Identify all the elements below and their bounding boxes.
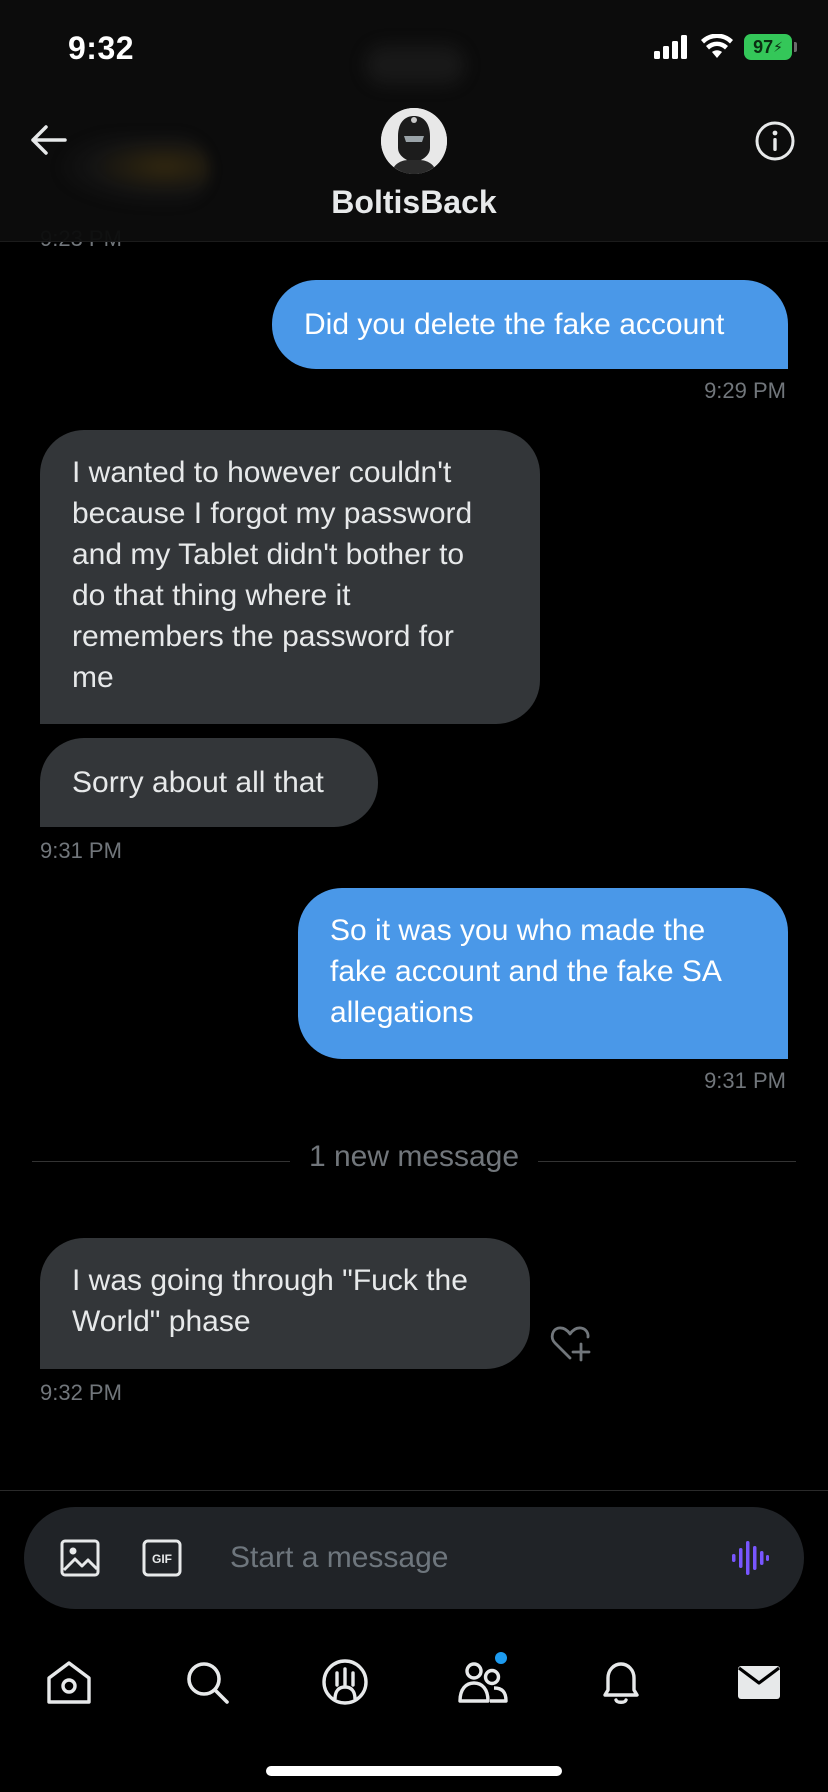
- home-indicator: [266, 1766, 562, 1776]
- message-line: So it was you who made the: [330, 914, 706, 947]
- heart-plus-icon: [550, 1326, 591, 1362]
- tab-messages[interactable]: [731, 1654, 787, 1710]
- tab-home[interactable]: [41, 1654, 97, 1710]
- message-line: because I forgot my password: [72, 497, 473, 530]
- received-message-bubble[interactable]: Sorry about all that: [40, 738, 378, 827]
- notifications-icon: [603, 1662, 639, 1704]
- tab-spaces[interactable]: [317, 1654, 373, 1710]
- avatar-image: [381, 108, 447, 174]
- message-timestamp: 9:29 PM: [704, 378, 786, 403]
- message-timestamp: 9:31 PM: [40, 838, 122, 863]
- tab-notifications[interactable]: [593, 1654, 649, 1710]
- message-line: allegations: [330, 996, 474, 1029]
- message-line: me: [72, 661, 114, 694]
- messages-icon: [738, 1666, 780, 1699]
- gif-icon: GIF: [142, 1539, 182, 1577]
- home-icon: [47, 1661, 91, 1704]
- battery-level: 97: [753, 36, 774, 57]
- communities-icon: [458, 1662, 508, 1703]
- message-timestamp: 9:31 PM: [704, 1068, 786, 1093]
- voice-message-button[interactable]: [730, 1538, 770, 1578]
- message-line: World" phase: [72, 1305, 251, 1338]
- wifi-icon: [701, 34, 733, 58]
- message-line: I wanted to however couldn't: [72, 456, 452, 489]
- message-composer: GIF Start a message: [24, 1507, 804, 1609]
- message-timestamp: 9:32 PM: [40, 1380, 122, 1405]
- gif-label: GIF: [152, 1552, 172, 1566]
- contact-name[interactable]: BoltisBack: [0, 184, 828, 221]
- sent-message-bubble[interactable]: Did you delete the fake account: [272, 280, 788, 369]
- back-button[interactable]: [26, 118, 70, 162]
- spaces-icon: [322, 1659, 368, 1705]
- search-icon: [187, 1662, 229, 1704]
- message-line: I was going through "Fuck the: [72, 1264, 468, 1297]
- composer-area: GIF Start a message: [0, 1490, 828, 1624]
- tab-communities[interactable]: [455, 1652, 511, 1710]
- status-bar: 9:32 97 ⚡: [0, 0, 828, 100]
- sent-message-bubble[interactable]: So it was you who made the fake account …: [298, 888, 788, 1059]
- new-message-label: 1 new message: [32, 1140, 796, 1174]
- add-image-button[interactable]: [60, 1538, 100, 1578]
- message-line: fake account and the fake SA: [330, 955, 722, 988]
- received-message-bubble[interactable]: I wanted to however couldn't because I f…: [40, 430, 540, 724]
- add-reaction-button[interactable]: [548, 1322, 592, 1366]
- battery-icon: 97 ⚡: [744, 34, 797, 60]
- voice-wave-icon: [732, 1541, 769, 1575]
- message-line: and my Tablet didn't bother to: [72, 538, 465, 571]
- received-message-bubble[interactable]: I was going through "Fuck the World" pha…: [40, 1238, 530, 1369]
- message-input[interactable]: Start a message: [230, 1535, 690, 1581]
- new-message-divider: 1 new message: [32, 1140, 796, 1180]
- status-indicators: 97 ⚡: [654, 34, 797, 60]
- cellular-signal-icon: [654, 35, 687, 59]
- tab-search[interactable]: [179, 1654, 235, 1710]
- image-icon: [60, 1539, 100, 1577]
- message-line: remembers the password for: [72, 620, 454, 653]
- conversation-header: 9:32 97 ⚡ BoltisBack: [0, 0, 828, 242]
- arrow-left-icon: [31, 125, 67, 155]
- message-text: Sorry about all that: [72, 766, 324, 799]
- message-line: do that thing where it: [72, 579, 351, 612]
- conversation-info-button[interactable]: [752, 118, 798, 164]
- status-time: 9:32: [68, 30, 135, 66]
- message-text: Did you delete the fake account: [304, 308, 725, 341]
- add-gif-button[interactable]: GIF: [142, 1538, 182, 1578]
- info-icon: [755, 121, 795, 161]
- notification-dot: [495, 1652, 507, 1664]
- avatar[interactable]: [381, 108, 447, 174]
